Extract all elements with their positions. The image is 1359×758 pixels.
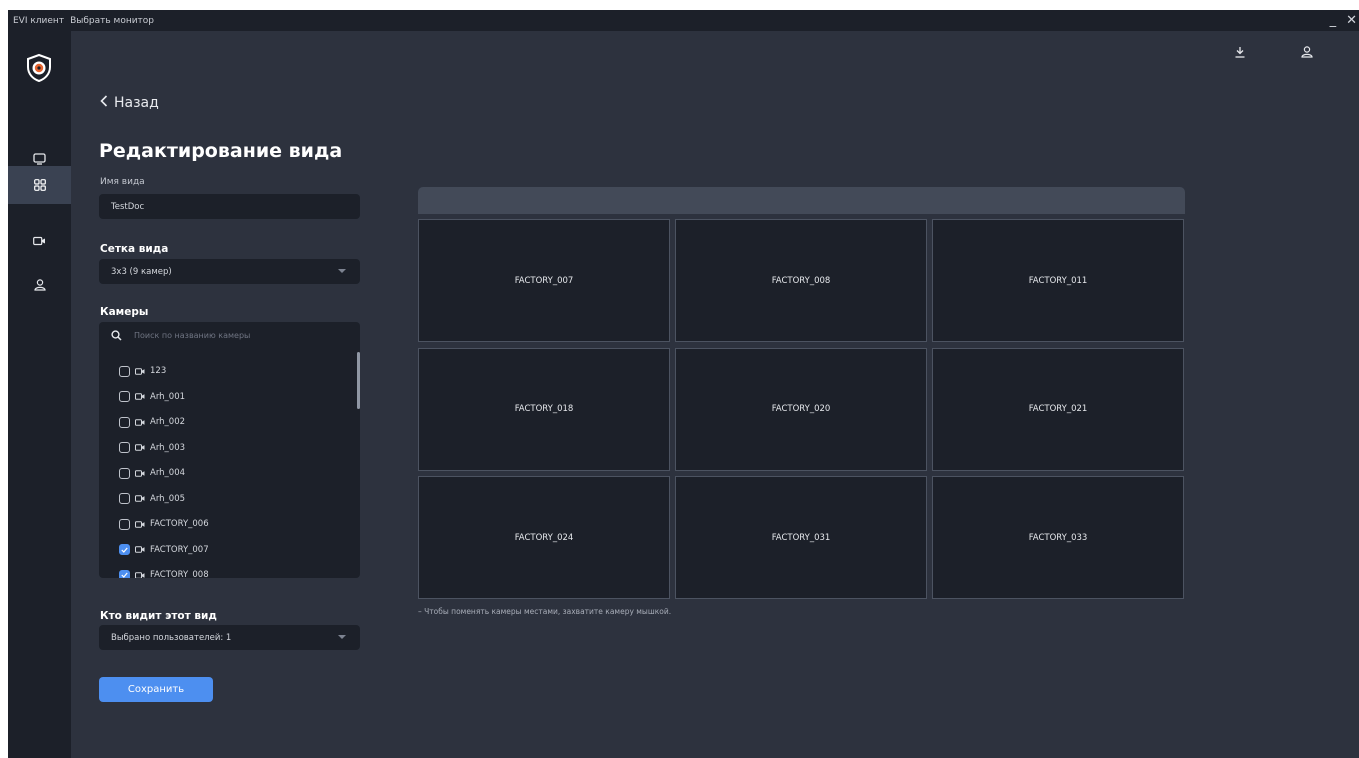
grid-cell[interactable]: FACTORY_011 — [932, 219, 1184, 342]
visibility-select[interactable]: Выбрано пользователей: 1 — [99, 625, 360, 650]
camera-list-item[interactable]: Arh_003 — [119, 440, 185, 456]
camera-icon — [135, 469, 145, 477]
sidebar-item-views[interactable] — [8, 166, 71, 204]
sidebar-item-users[interactable] — [8, 266, 71, 304]
grid-cell[interactable]: FACTORY_031 — [675, 476, 927, 599]
camera-name: Arh_005 — [150, 493, 186, 504]
close-button[interactable]: ✕ — [1346, 13, 1357, 28]
search-icon — [111, 329, 122, 341]
camera-icon — [33, 231, 46, 250]
back-link[interactable]: Назад — [100, 95, 159, 111]
caret-down-icon — [338, 635, 346, 639]
scrollbar-thumb[interactable] — [357, 352, 360, 409]
grid-cell[interactable]: FACTORY_020 — [675, 347, 927, 471]
user-icon — [1301, 43, 1313, 62]
grid-cell-camera-name: FACTORY_018 — [514, 404, 574, 414]
grid-cell-camera-name: FACTORY_008 — [771, 275, 831, 286]
grid-cell-camera-name: FACTORY_021 — [1028, 404, 1088, 414]
grid-cell[interactable]: FACTORY_007 — [418, 219, 670, 342]
download-button[interactable] — [1231, 43, 1249, 61]
camera-list-item[interactable]: Arh_004 — [119, 465, 185, 481]
camera-list-item[interactable]: 123 — [119, 363, 166, 379]
camera-list-item[interactable]: Arh_002 — [119, 414, 185, 430]
camera-checkbox[interactable] — [119, 544, 130, 555]
grid-cell-camera-name: FACTORY_031 — [771, 532, 831, 543]
camera-icon — [135, 393, 145, 400]
page-title: Редактирование вида — [99, 140, 343, 162]
sidebar — [8, 31, 71, 758]
title-bar: EVI клиент Выбрать монитор _ ✕ — [8, 10, 1359, 31]
camera-icon — [135, 495, 145, 502]
camera-search-input[interactable] — [134, 330, 334, 340]
camera-name: FACTORY_007 — [150, 544, 209, 555]
back-label: Назад — [114, 95, 159, 111]
camera-name: 123 — [150, 366, 167, 376]
camera-name: Arh_002 — [150, 417, 186, 427]
camera-name: Arh_004 — [150, 468, 186, 478]
grid-view-icon — [33, 176, 46, 195]
grid-cell[interactable]: FACTORY_008 — [675, 219, 927, 342]
minimize-button[interactable]: _ — [1330, 13, 1337, 28]
camera-checkbox[interactable] — [119, 467, 130, 479]
visibility-value: Выбрано пользователей: 1 — [111, 632, 232, 643]
cameras-label: Камеры — [100, 306, 149, 318]
camera-checkbox[interactable] — [119, 391, 130, 402]
grid-cell-camera-name: FACTORY_033 — [1028, 532, 1088, 543]
grid-preview-header — [418, 187, 1185, 214]
camera-checkbox[interactable] — [119, 569, 130, 578]
camera-icon — [135, 520, 145, 528]
camera-checkbox[interactable] — [119, 518, 130, 530]
sidebar-item-cameras[interactable] — [8, 221, 71, 259]
grid-cell[interactable]: FACTORY_024 — [418, 476, 670, 599]
view-name-input[interactable]: TestDoc — [99, 194, 360, 219]
grid-cell[interactable]: FACTORY_033 — [932, 476, 1184, 599]
grid-layout-select[interactable]: 3x3 (9 камер) — [99, 259, 360, 284]
camera-name: Arh_001 — [150, 391, 186, 402]
camera-icon — [135, 546, 145, 553]
grid-select-label: Сетка вида — [100, 243, 169, 255]
profile-button[interactable] — [1298, 43, 1316, 61]
camera-list-item[interactable]: FACTORY_006 — [119, 516, 209, 532]
camera-list-item[interactable]: Arh_005 — [119, 491, 185, 507]
caret-down-icon — [338, 269, 346, 273]
camera-list[interactable]: 123 Arh_001 Arh_002 Arh_003 Arh_004 Arh_005 FA… — [99, 348, 360, 578]
grid-cell-camera-name: FACTORY_007 — [514, 275, 574, 286]
visibility-label: Кто видит этот вид — [100, 610, 217, 622]
camera-name: Arh_003 — [150, 442, 186, 453]
camera-icon — [135, 367, 145, 375]
camera-list-item[interactable]: Arh_001 — [119, 389, 185, 405]
camera-name: FACTORY_006 — [150, 519, 209, 529]
camera-checkbox[interactable] — [119, 416, 130, 428]
view-name-value: TestDoc — [111, 201, 145, 212]
camera-name: FACTORY_008 — [150, 570, 209, 578]
logo-icon — [24, 53, 54, 83]
camera-list-item[interactable]: FACTORY_008 — [119, 567, 209, 578]
grid-cell-camera-name: FACTORY_011 — [1028, 275, 1088, 286]
save-button[interactable]: Сохранить — [99, 677, 213, 702]
window-controls: _ ✕ — [1330, 10, 1359, 31]
camera-checkbox[interactable] — [119, 365, 130, 377]
camera-checkbox[interactable] — [119, 493, 130, 504]
camera-icon — [135, 444, 145, 451]
grid-cell[interactable]: FACTORY_018 — [418, 347, 670, 471]
user-icon — [33, 276, 46, 295]
download-icon — [1234, 43, 1246, 62]
app-window: EVI клиент Выбрать монитор _ ✕ Назад Ред… — [8, 10, 1359, 758]
camera-icon — [135, 571, 145, 578]
drag-hint: – Чтобы поменять камеры местами, захвати… — [418, 607, 672, 616]
grid-cell-camera-name: FACTORY_020 — [771, 404, 831, 414]
camera-checkbox[interactable] — [119, 442, 130, 453]
grid-layout-value: 3x3 (9 камер) — [111, 266, 172, 277]
camera-list-item[interactable]: FACTORY_007 — [119, 542, 209, 558]
chevron-left-icon — [100, 95, 108, 111]
grid-cell[interactable]: FACTORY_021 — [932, 347, 1184, 471]
view-name-label: Имя вида — [100, 177, 145, 187]
camera-icon — [135, 418, 145, 426]
app-name: EVI клиент — [13, 15, 65, 26]
select-monitor-menu[interactable]: Выбрать монитор — [70, 16, 154, 26]
camera-search — [99, 322, 360, 348]
grid-cell-camera-name: FACTORY_024 — [514, 532, 574, 543]
